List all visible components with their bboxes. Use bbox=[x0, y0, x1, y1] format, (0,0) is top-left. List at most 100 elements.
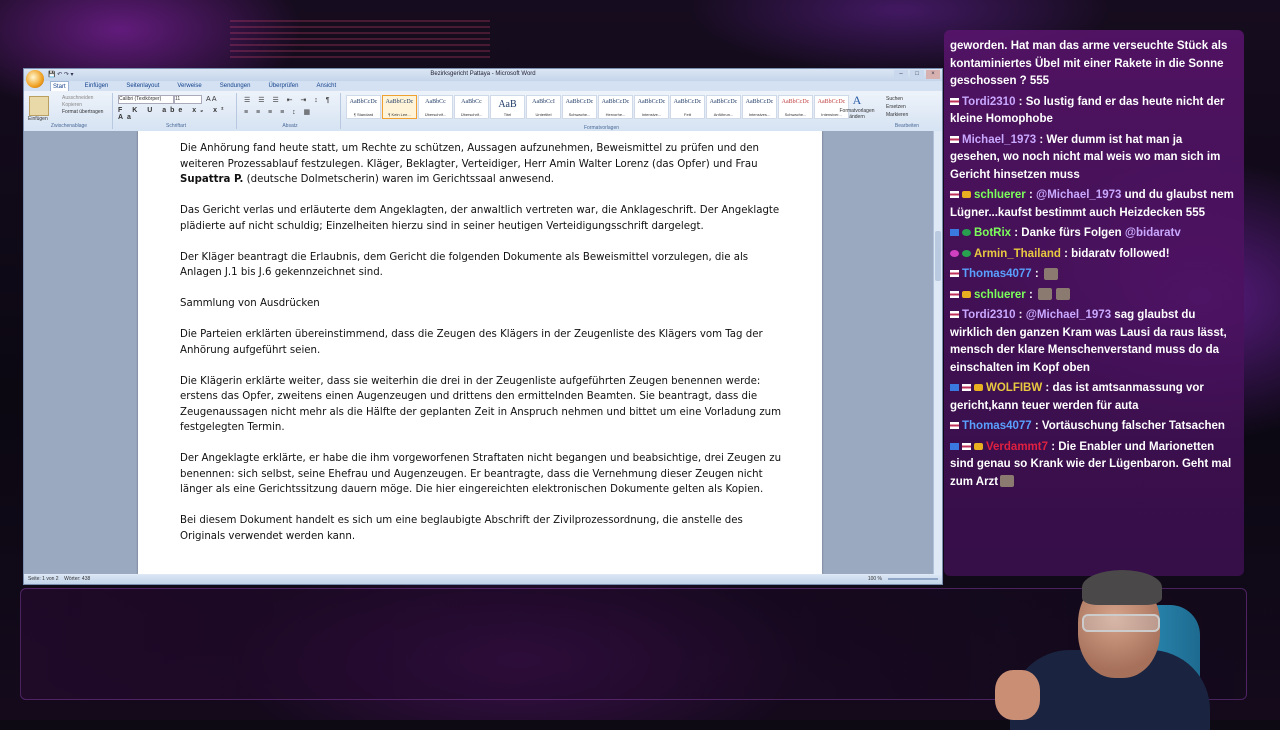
chat-username[interactable]: schluerer bbox=[974, 189, 1026, 201]
select-button[interactable]: Markieren bbox=[886, 112, 908, 118]
bot-badge-icon bbox=[950, 229, 959, 237]
mod-badge-icon bbox=[962, 229, 971, 237]
document-page[interactable]: Die Anhörung fand heute statt, um Rechte… bbox=[138, 131, 822, 574]
chat-username[interactable]: schluerer bbox=[974, 289, 1026, 301]
chat-username[interactable]: Verdammt7 bbox=[986, 441, 1048, 453]
style-subtle-reference[interactable]: AaBbCcDc Schwache... bbox=[778, 95, 813, 119]
style-subtitle[interactable]: AaBbCcI Untertitel bbox=[526, 95, 561, 119]
sub-badge-icon bbox=[962, 191, 971, 199]
replace-button[interactable]: Ersetzen bbox=[886, 104, 906, 110]
paste-button[interactable]: Einfügen bbox=[28, 116, 48, 122]
tab-mailings[interactable]: Sendungen bbox=[218, 81, 253, 91]
paragraph-1: Die Anhörung fand heute statt, um Rechte… bbox=[180, 143, 759, 185]
style-quote[interactable]: AaBbCcDc Anführun... bbox=[706, 95, 741, 119]
minimize-icon[interactable]: – bbox=[894, 70, 908, 79]
chat-username[interactable]: BotRix bbox=[974, 227, 1011, 239]
grow-font-icon[interactable]: A A bbox=[206, 96, 217, 103]
style-heading-1[interactable]: AaBbCc Überschrif... bbox=[418, 95, 453, 119]
chat-message: Thomas4077 : bbox=[950, 266, 1234, 284]
style-heading-2[interactable]: AaBbCc Überschrif... bbox=[454, 95, 489, 119]
webcam-person-hair bbox=[1082, 570, 1162, 605]
style-standard[interactable]: AaBbCcDc ¶ Standard bbox=[346, 95, 381, 119]
chat-message: Thomas4077 : Vortäuschung falscher Tatsa… bbox=[950, 418, 1234, 436]
editing-label: Bearbeiten bbox=[894, 123, 920, 129]
title-bar: 💾 ↶ ↷ ▾ Bezirksgericht Pattaya - Microso… bbox=[24, 69, 942, 81]
tab-page-layout[interactable]: Seitenlayout bbox=[124, 81, 161, 91]
chat-separator: : bbox=[1015, 95, 1026, 108]
zoom-level[interactable]: 100 % bbox=[868, 575, 882, 584]
editing-group: Suchen Ersetzen Markieren Bearbeiten bbox=[882, 93, 932, 129]
tab-references[interactable]: Verweise bbox=[175, 81, 203, 91]
chat-username[interactable]: WOLFIBW bbox=[986, 382, 1042, 394]
tab-insert[interactable]: Einfügen bbox=[83, 81, 111, 91]
chat-username[interactable]: Thomas4077 bbox=[962, 420, 1032, 432]
status-words[interactable]: Wörter: 438 bbox=[64, 576, 90, 582]
de-badge-icon bbox=[962, 442, 971, 450]
de-badge-icon bbox=[950, 290, 959, 298]
chat-username[interactable]: Thomas4077 bbox=[962, 268, 1032, 280]
chat-text: Danke fürs Folgen bbox=[1021, 227, 1122, 239]
chat-message: Verdammt7 : Die Enabler und Marionetten … bbox=[950, 439, 1234, 492]
webcam-glasses bbox=[1082, 614, 1160, 632]
list-buttons[interactable]: ☰ ☰ ☰ ⇤ ⇥ ↕ ¶ bbox=[244, 96, 333, 104]
style-intense-quote[interactable]: AaBbCcDc Intensives... bbox=[742, 95, 777, 119]
chat-separator: : bbox=[1060, 247, 1072, 260]
close-icon[interactable]: × bbox=[926, 70, 940, 79]
de-badge-icon bbox=[950, 191, 959, 199]
de-badge-icon bbox=[950, 311, 959, 319]
chat-mention[interactable]: @Michael_1973 bbox=[1026, 309, 1115, 321]
font-name-select[interactable]: Calibri (Textkörper) bbox=[118, 95, 174, 104]
chat-username[interactable]: Armin_Thailand bbox=[974, 248, 1061, 260]
emote-icon bbox=[1043, 267, 1058, 280]
paragraph-6: Die Klägerin erklärte weiter, dass sie w… bbox=[180, 375, 782, 434]
copy-button[interactable]: Kopieren bbox=[62, 102, 82, 108]
style-subtle-emphasis[interactable]: AaBbCcDc Schwache... bbox=[562, 95, 597, 119]
font-format-buttons[interactable]: F K U abe x₂ x² Aa bbox=[118, 107, 236, 121]
style-strong[interactable]: AaBbCcDc Fett bbox=[670, 95, 705, 119]
change-styles-label: Formatvorlagen ändern bbox=[839, 108, 875, 120]
tab-start[interactable]: Start bbox=[50, 81, 69, 91]
paragraph-group: ☰ ☰ ☰ ⇤ ⇥ ↕ ¶ ≡ ≡ ≡ ≡ ↕ ▦ Absatz bbox=[240, 93, 341, 129]
font-size-select[interactable]: 11 bbox=[174, 95, 202, 104]
tab-view[interactable]: Ansicht bbox=[314, 81, 338, 91]
status-page[interactable]: Seite: 1 von 2 Wörter: 438 bbox=[28, 575, 90, 584]
cut-button[interactable]: Ausschneiden bbox=[62, 95, 93, 101]
maximize-icon[interactable]: □ bbox=[910, 70, 924, 79]
chat-mention[interactable]: @bidaratv bbox=[1122, 227, 1181, 239]
align-buttons[interactable]: ≡ ≡ ≡ ≡ ↕ ▦ bbox=[244, 108, 313, 116]
document-text: Die Anhörung fand heute statt, um Rechte… bbox=[180, 141, 790, 560]
chat-separator: : bbox=[1036, 133, 1047, 146]
zoom-slider[interactable] bbox=[888, 578, 938, 580]
chat-separator: : bbox=[1031, 420, 1042, 432]
chat-username[interactable]: Michael_1973 bbox=[962, 134, 1036, 146]
paragraph-7: Der Angeklagte erklärte, er habe die ihm… bbox=[180, 453, 782, 495]
chat-username[interactable]: Tordi2310 bbox=[962, 96, 1015, 108]
document-area: Die Anhörung fand heute statt, um Rechte… bbox=[24, 131, 934, 574]
chat-mention[interactable]: @Michael_1973 bbox=[1036, 189, 1125, 201]
clipboard-group: Einfügen Ausschneiden Kopieren Format üb… bbox=[26, 93, 113, 129]
tab-review[interactable]: Überprüfen bbox=[266, 81, 300, 91]
style-intense-emphasis[interactable]: AaBbCcDc Intensive... bbox=[634, 95, 669, 119]
sub-badge-icon bbox=[962, 290, 971, 298]
chat-message: WOLFIBW : das ist amtsanmassung vor geri… bbox=[950, 380, 1234, 415]
chat-username[interactable]: Tordi2310 bbox=[962, 309, 1015, 321]
change-styles-button[interactable]: A Formatvorlagen ändern bbox=[834, 93, 880, 127]
chat-separator: : bbox=[1025, 189, 1037, 201]
chat-message: schluerer : @Michael_1973 und du glaubst… bbox=[950, 187, 1234, 222]
font-group: Calibri (Textkörper) 11 F K U abe x₂ x² … bbox=[116, 93, 237, 129]
style-title[interactable]: AaB Titel bbox=[490, 95, 525, 119]
chat-text: geworden. Hat man das arme verseuchte St… bbox=[950, 40, 1228, 87]
style-no-spacing[interactable]: AaBbCcDc ¶ Kein Lee... bbox=[382, 95, 417, 119]
scroll-thumb[interactable] bbox=[935, 231, 941, 281]
find-button[interactable]: Suchen bbox=[886, 96, 903, 102]
sub-badge-icon bbox=[974, 384, 983, 392]
office-button[interactable] bbox=[26, 70, 44, 88]
decorative-stripes bbox=[230, 20, 490, 60]
font-label: Schriftart bbox=[165, 123, 186, 129]
format-painter-button[interactable]: Format übertragen bbox=[62, 109, 103, 115]
window-title: Bezirksgericht Pattaya - Microsoft Word bbox=[430, 71, 536, 77]
vertical-scrollbar[interactable] bbox=[933, 131, 942, 574]
style-emphasis[interactable]: AaBbCcDc Hervorhe... bbox=[598, 95, 633, 119]
bold-name: Supattra P. bbox=[180, 174, 244, 185]
paste-icon[interactable] bbox=[29, 96, 49, 116]
